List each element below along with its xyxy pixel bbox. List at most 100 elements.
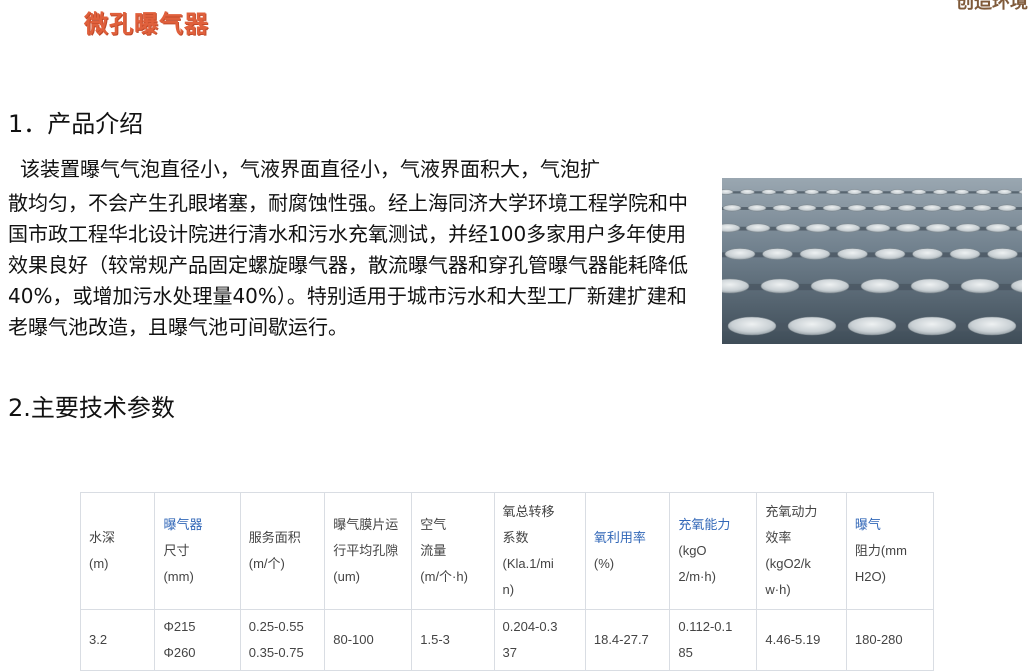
table-cell: 4.46-5.19 bbox=[756, 609, 847, 671]
table-cell: 0.204-0.3 37 bbox=[493, 609, 586, 671]
aerator-disc bbox=[947, 204, 967, 212]
header-text: (%) bbox=[593, 556, 615, 571]
header-text: 氧总转移 bbox=[502, 504, 555, 519]
header-link[interactable]: 充氧能力 bbox=[678, 512, 748, 538]
aerator-disc bbox=[890, 189, 905, 195]
aerator-disc bbox=[722, 204, 742, 212]
header-link[interactable]: 曝气器 bbox=[163, 512, 231, 538]
section-heading-specs: 2.主要技术参数 bbox=[8, 394, 175, 422]
spec-table: 水深 (m) 曝气器尺寸 (mm) 服务面积 (m/个) 曝气膜片运 行平均孔隙 (um) 空气流… bbox=[79, 492, 935, 671]
aerator-disc bbox=[747, 204, 767, 212]
header-text: (um) bbox=[333, 569, 360, 584]
aerator-disc bbox=[799, 248, 831, 260]
aerator-disc bbox=[872, 204, 892, 212]
aerator-disc bbox=[787, 316, 837, 336]
header-text: 曝气膜片运 bbox=[333, 517, 399, 532]
table-header-cell: 服务面积 (m/个) bbox=[239, 492, 326, 610]
aerator-disc bbox=[960, 278, 1000, 294]
corner-text: 创造环境 bbox=[956, 0, 1028, 13]
aerator-disc bbox=[967, 316, 1017, 336]
aerator-disc bbox=[985, 223, 1011, 233]
aerator-disc bbox=[847, 204, 867, 212]
aerator-disc bbox=[972, 204, 992, 212]
header-text: 流量 bbox=[420, 543, 447, 558]
aerator-disc bbox=[932, 189, 948, 195]
cell-value: 1.5-3 bbox=[420, 632, 450, 647]
aerator-disc bbox=[910, 278, 950, 294]
header-text: 效率 bbox=[765, 530, 792, 545]
section-heading-intro: 1．产品介绍 bbox=[8, 110, 144, 138]
table-row: 3.2 Φ215 Φ260 0.25-0.55 0.35-0.75 80-100 1.5-3… bbox=[79, 609, 935, 671]
table-cell: 1.5-3 bbox=[411, 609, 495, 671]
aerator-disc bbox=[797, 204, 817, 212]
header-link[interactable]: 曝气 bbox=[855, 512, 925, 538]
cell-value: 4.46-5.19 bbox=[765, 632, 821, 647]
table-cell: 0.112-0.1 85 bbox=[669, 609, 758, 671]
aerator-disc bbox=[804, 189, 820, 195]
aerator-disc bbox=[835, 223, 861, 233]
aerator-disc bbox=[772, 204, 792, 212]
aerator-disc bbox=[762, 248, 793, 260]
cell-value: 0.204-0.3 bbox=[502, 619, 558, 634]
aerator-disc bbox=[975, 189, 991, 195]
cell-value: 0.25-0.55 bbox=[248, 619, 304, 634]
header-text: (m/个) bbox=[248, 556, 285, 571]
table-header-cell: 曝气器尺寸 (mm) bbox=[154, 492, 241, 610]
table-header-cell: 曝气阻力(mm H2O) bbox=[845, 492, 935, 610]
intro-body: 散均匀，不会产生孔眼堵塞，耐腐蚀性强。经上海同济大学环境工程学院和中国市政工程华… bbox=[8, 191, 688, 339]
table-cell: 18.4-27.7 bbox=[584, 609, 671, 671]
table-header-cell: 曝气膜片运 行平均孔隙 (um) bbox=[324, 492, 413, 610]
header-text: 尺寸 bbox=[163, 543, 190, 558]
aerator-disc bbox=[782, 189, 798, 195]
header-text: 充氧动力 bbox=[765, 504, 818, 519]
aerator-disc bbox=[775, 223, 801, 233]
cell-value: Φ260 bbox=[163, 645, 196, 660]
aerator-disc bbox=[922, 204, 942, 212]
product-title: 微孔曝气器 bbox=[84, 10, 209, 38]
cell-value: 3.2 bbox=[89, 632, 108, 647]
aerator-disc bbox=[745, 223, 771, 233]
aerator-disc bbox=[722, 189, 734, 195]
table-cell: 180-280 bbox=[845, 609, 935, 671]
header-text: (Kla.1/mi bbox=[502, 556, 554, 571]
aerator-disc bbox=[874, 248, 906, 260]
header-text: n) bbox=[502, 582, 515, 597]
aerator-disc bbox=[949, 248, 981, 260]
table-cell: Φ215 Φ260 bbox=[154, 609, 241, 671]
table-header-cell: 氧利用率 (%) bbox=[584, 492, 671, 610]
aerator-disc bbox=[897, 204, 917, 212]
aerator-photo bbox=[722, 178, 1022, 344]
table-header-cell: 充氧能力 (kgO 2/m·h) bbox=[669, 492, 758, 610]
header-text: 水深 bbox=[89, 530, 116, 545]
header-text: 空气 bbox=[420, 517, 447, 532]
table-cell: 3.2 bbox=[79, 609, 156, 671]
header-text: (mm) bbox=[163, 569, 194, 584]
header-text: 服务面积 bbox=[248, 530, 301, 545]
header-link[interactable]: 氧利用率 bbox=[594, 525, 662, 551]
cell-value: 0.112-0.1 bbox=[678, 619, 733, 634]
header-text: 阻力(mm bbox=[854, 543, 907, 558]
aerator-disc bbox=[847, 316, 897, 336]
aerator-disc bbox=[810, 278, 850, 294]
aerator-disc bbox=[740, 189, 755, 195]
aerator-disc bbox=[727, 316, 777, 336]
aerator-disc bbox=[822, 204, 842, 212]
cell-value: 80-100 bbox=[333, 632, 374, 647]
aerator-disc bbox=[895, 223, 921, 233]
cell-value: 85 bbox=[678, 645, 693, 660]
aerator-disc bbox=[865, 223, 891, 233]
table-cell: 80-100 bbox=[324, 609, 413, 671]
aerator-disc bbox=[997, 189, 1012, 195]
table-header-cell: 空气 流量 (m/个·h) bbox=[411, 492, 495, 610]
header-text: (m) bbox=[89, 556, 109, 571]
aerator-disc bbox=[761, 189, 777, 195]
cell-value: 37 bbox=[502, 645, 517, 660]
header-text: (kgO bbox=[678, 543, 707, 558]
aerator-disc bbox=[868, 189, 884, 195]
header-text: 2/m·h) bbox=[678, 569, 716, 584]
aerator-disc bbox=[724, 248, 756, 260]
aerator-disc bbox=[954, 189, 970, 195]
aerator-disc bbox=[907, 316, 957, 336]
header-text: H2O) bbox=[854, 569, 886, 584]
aerator-disc bbox=[760, 278, 800, 294]
